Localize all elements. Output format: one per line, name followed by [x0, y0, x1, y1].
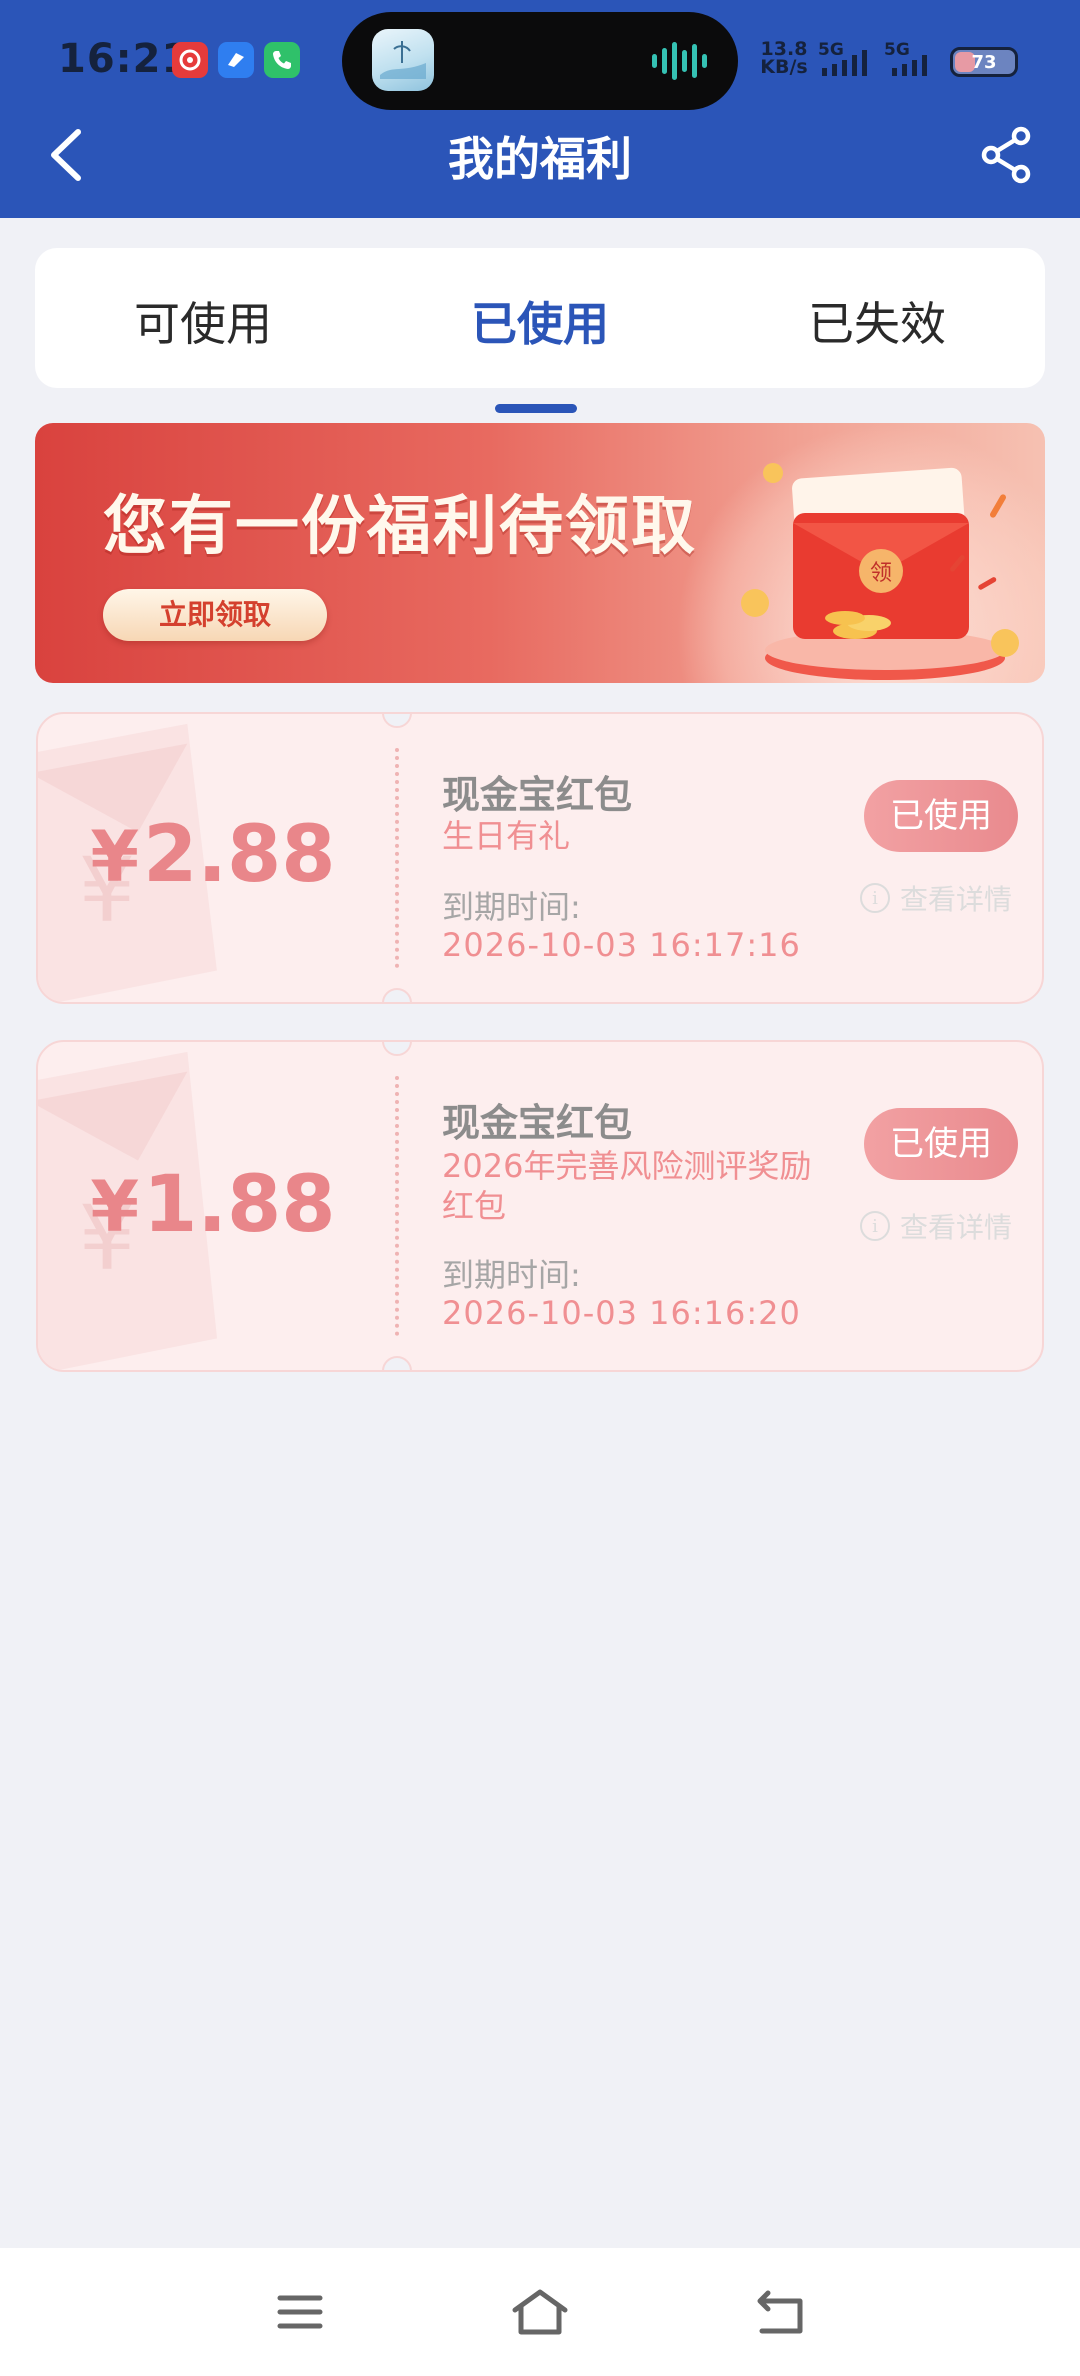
- ticket-notch: [382, 1356, 412, 1370]
- signal-icon-1: 5G: [818, 40, 878, 80]
- coupon-amount: ¥1.88: [38, 1160, 388, 1250]
- banner-title: 您有一份福利待领取: [103, 490, 697, 564]
- audio-wave-icon: [652, 42, 707, 80]
- ticket-notch: [382, 714, 412, 728]
- ticket-notch: [382, 1042, 412, 1056]
- system-navigation-bar: [0, 2248, 1080, 2376]
- currency-symbol: ¥: [90, 1166, 140, 1248]
- coupon-subtitle: 生日有礼: [442, 817, 571, 855]
- status-tabs: 可使用 已使用 已失效: [35, 248, 1045, 413]
- ticket-notch: [382, 988, 412, 1002]
- expire-label: 到期时间:: [442, 888, 581, 926]
- view-details-link[interactable]: i 查看详情: [860, 1206, 1012, 1246]
- tab-expired[interactable]: 已失效: [767, 288, 987, 354]
- battery-level: 73: [971, 51, 997, 73]
- amount-value: 2.88: [143, 810, 336, 900]
- coupon-amount: ¥2.88: [38, 810, 388, 900]
- details-label: 查看详情: [900, 1211, 1013, 1244]
- tab-available[interactable]: 可使用: [93, 288, 313, 354]
- share-icon: [981, 126, 1031, 184]
- signal-icon-2: 5G: [884, 40, 944, 80]
- used-status-button[interactable]: 已使用: [864, 780, 1018, 852]
- coupon-name: 现金宝红包: [442, 773, 633, 817]
- page-title: 我的福利: [448, 132, 632, 186]
- phone-app-icon: [264, 42, 300, 78]
- share-button[interactable]: [974, 122, 1040, 188]
- expire-value: 2026-10-03 16:17:16: [442, 926, 801, 964]
- netease-music-icon: [172, 42, 208, 78]
- currency-symbol: ¥: [90, 816, 140, 898]
- menu-button[interactable]: [270, 2284, 330, 2340]
- info-icon: i: [860, 1211, 890, 1241]
- home-icon: [512, 2289, 568, 2335]
- coupon-subtitle: 2026年完善风险测评奖励红包: [442, 1147, 812, 1225]
- dynamic-island: [342, 12, 738, 110]
- back-icon: [757, 2290, 803, 2334]
- island-app-icon: [372, 29, 434, 91]
- blue-app-icon: [218, 42, 254, 78]
- net-speed-unit: KB/s: [760, 56, 808, 78]
- amount-value: 1.88: [143, 1160, 336, 1250]
- menu-icon: [277, 2295, 323, 2329]
- battery-icon: 73: [950, 47, 1018, 77]
- app-header: 16:21 13.8 KB/s 5G 5G 73 我的福利: [0, 0, 1080, 218]
- expire-value: 2026-10-03 16:16:20: [442, 1294, 801, 1332]
- ticket-perforation: [395, 748, 399, 968]
- expire-label: 到期时间:: [442, 1256, 581, 1294]
- status-time: 16:21: [58, 36, 191, 82]
- tab-used[interactable]: 已使用: [430, 288, 650, 413]
- view-details-link[interactable]: i 查看详情: [860, 878, 1012, 918]
- welfare-banner[interactable]: 您有一份福利待领取 立即领取 领: [35, 423, 1045, 683]
- home-button[interactable]: [510, 2284, 570, 2340]
- claim-now-button[interactable]: 立即领取: [103, 589, 327, 641]
- ticket-perforation: [395, 1076, 399, 1336]
- active-tab-indicator: [495, 404, 577, 413]
- back-nav-button[interactable]: [750, 2284, 810, 2340]
- tab-used-label: 已使用: [471, 297, 609, 351]
- details-label: 查看详情: [900, 883, 1013, 916]
- coupon-name: 现金宝红包: [442, 1101, 633, 1145]
- envelope-char: 领: [870, 561, 892, 586]
- info-icon: i: [860, 883, 890, 913]
- network-speed: 13.8 KB/s: [756, 40, 812, 78]
- coupon-card[interactable]: ¥ ¥1.88 现金宝红包 2026年完善风险测评奖励红包 到期时间: 2026…: [36, 1040, 1044, 1372]
- red-envelope-illustration: 领: [741, 463, 1019, 680]
- used-status-button[interactable]: 已使用: [864, 1108, 1018, 1180]
- coupon-card[interactable]: ¥ ¥2.88 现金宝红包 生日有礼 到期时间: 2026-10-03 16:1…: [36, 712, 1044, 1004]
